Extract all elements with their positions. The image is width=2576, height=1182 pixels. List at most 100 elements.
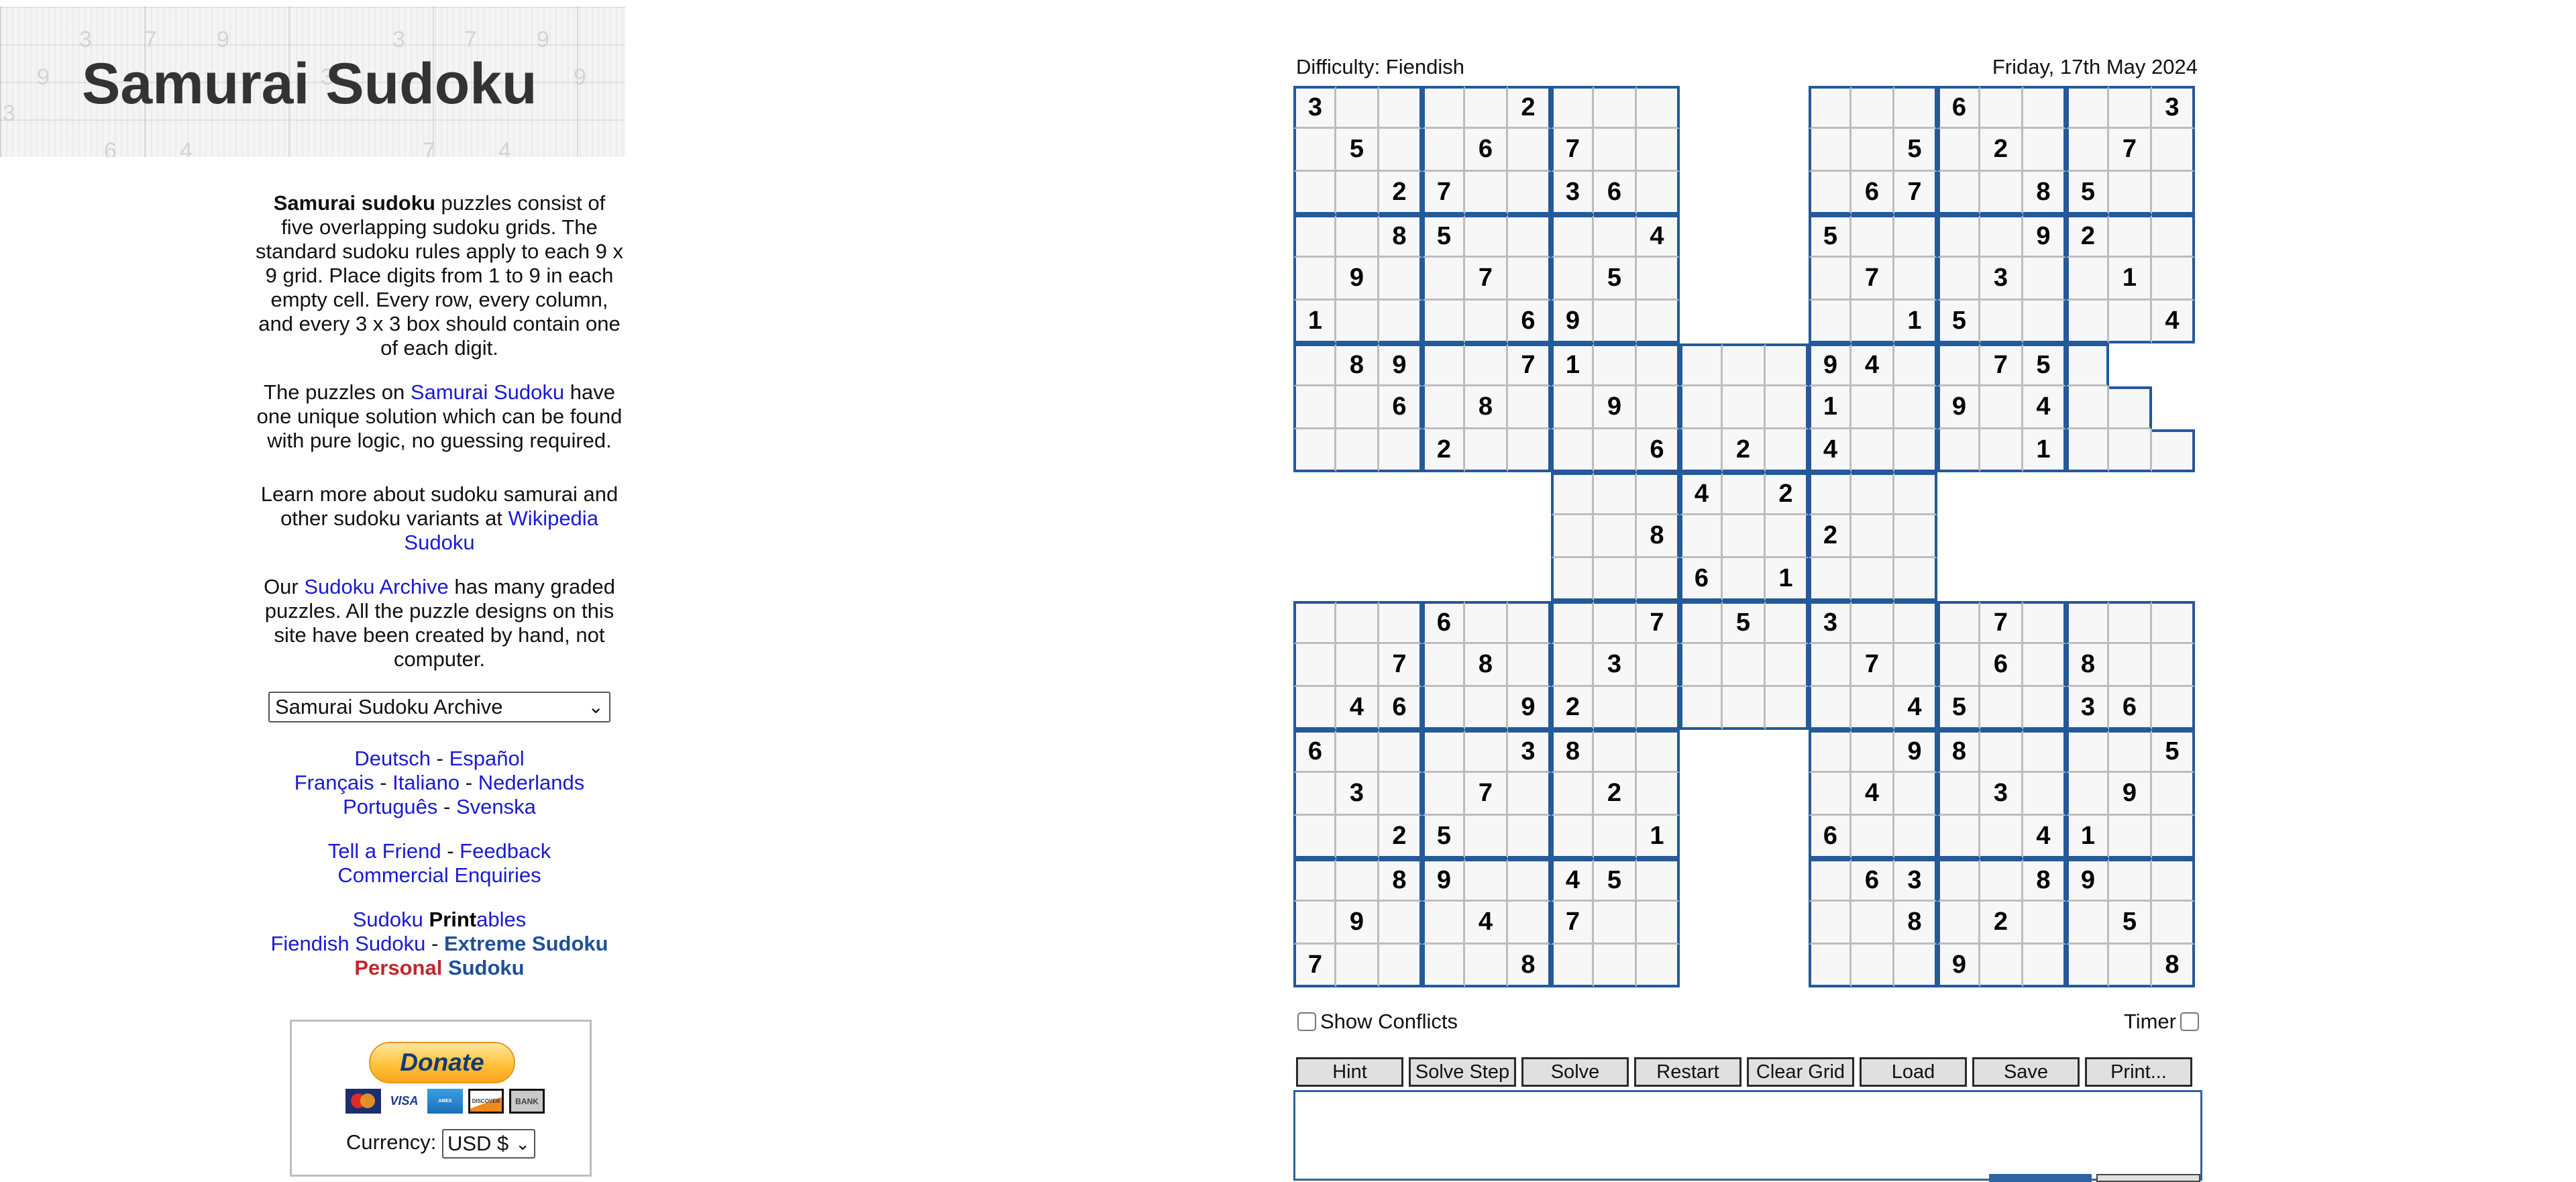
sudoku-cell[interactable] — [2023, 301, 2066, 343]
sudoku-cell[interactable]: 5 — [1937, 301, 1980, 343]
sudoku-cell[interactable] — [1594, 129, 1637, 172]
sudoku-cell[interactable]: 2 — [1508, 86, 1551, 129]
sudoku-cell[interactable]: 6 — [1851, 859, 1894, 902]
lang-link-espanol[interactable]: Español — [449, 747, 525, 770]
sudoku-cell[interactable] — [1465, 601, 1508, 644]
sudoku-cell[interactable] — [1637, 730, 1680, 773]
sudoku-cell[interactable]: 7 — [2109, 129, 2152, 172]
sudoku-cell[interactable] — [1551, 644, 1594, 687]
sudoku-cell[interactable] — [1937, 172, 1980, 215]
sudoku-cell[interactable]: 1 — [1551, 343, 1594, 386]
sudoku-cell[interactable] — [1293, 215, 1336, 258]
sudoku-cell[interactable] — [1894, 215, 1937, 258]
sudoku-cell[interactable] — [1723, 472, 1766, 515]
show-conflicts-label[interactable]: Show Conflicts — [1320, 1010, 1458, 1034]
sudoku-cell[interactable] — [1551, 429, 1594, 472]
sudoku-cell[interactable] — [1680, 687, 1723, 730]
sudoku-cell[interactable] — [1551, 386, 1594, 429]
sudoku-cell[interactable] — [1766, 429, 1809, 472]
sudoku-cell[interactable]: 6 — [1637, 429, 1680, 472]
sudoku-cell[interactable]: 6 — [1379, 386, 1422, 429]
sudoku-cell[interactable] — [1680, 429, 1723, 472]
sudoku-cell[interactable]: 6 — [1293, 730, 1336, 773]
sudoku-cell[interactable] — [2066, 86, 2109, 129]
sudoku-cell[interactable]: 2 — [1551, 687, 1594, 730]
sudoku-cell[interactable] — [1809, 472, 1851, 515]
sudoku-cell[interactable] — [1851, 215, 1894, 258]
sudoku-cell[interactable]: 9 — [1551, 301, 1594, 343]
sudoku-cell[interactable]: 8 — [2066, 644, 2109, 687]
sudoku-cell[interactable] — [2152, 601, 2195, 644]
sudoku-cell[interactable] — [1465, 730, 1508, 773]
sudoku-cell[interactable] — [1293, 601, 1336, 644]
sudoku-cell[interactable] — [1508, 215, 1551, 258]
site-banner[interactable]: 379379939316474 Samurai Sudoku — [0, 7, 625, 157]
sudoku-cell[interactable] — [1937, 816, 1980, 859]
sudoku-cell[interactable]: 9 — [1894, 730, 1937, 773]
sudoku-cell[interactable] — [1766, 515, 1809, 558]
sudoku-cell[interactable]: 9 — [1422, 859, 1465, 902]
sudoku-cell[interactable] — [1723, 386, 1766, 429]
sudoku-cell[interactable] — [1980, 215, 2023, 258]
sudoku-cell[interactable] — [2066, 773, 2109, 816]
sudoku-cell[interactable] — [1637, 172, 1680, 215]
donate-button[interactable]: Donate — [369, 1042, 515, 1083]
sudoku-cell[interactable] — [1594, 215, 1637, 258]
sudoku-cell[interactable] — [1809, 301, 1851, 343]
hint-button[interactable]: Hint — [1296, 1057, 1403, 1087]
sudoku-cell[interactable]: 1 — [2109, 258, 2152, 301]
sudoku-cell[interactable]: 2 — [1766, 472, 1809, 515]
sudoku-cell[interactable]: 8 — [2152, 945, 2195, 987]
sudoku-cell[interactable] — [2109, 945, 2152, 987]
sudoku-cell[interactable]: 7 — [1637, 601, 1680, 644]
sudoku-cell[interactable] — [1809, 86, 1851, 129]
sudoku-cell[interactable]: 1 — [2066, 816, 2109, 859]
sudoku-cell[interactable]: 3 — [1809, 601, 1851, 644]
sudoku-cell[interactable]: 6 — [1680, 558, 1723, 601]
sudoku-cell[interactable]: 7 — [1379, 644, 1422, 687]
timer-label[interactable]: Timer — [2124, 1010, 2176, 1034]
sudoku-cell[interactable] — [1379, 730, 1422, 773]
sudoku-cell[interactable] — [1293, 644, 1336, 687]
sudoku-cell[interactable]: 9 — [2109, 773, 2152, 816]
sudoku-cell[interactable] — [1594, 86, 1637, 129]
sudoku-cell[interactable] — [1594, 902, 1637, 945]
show-conflicts-checkbox[interactable] — [1297, 1012, 1316, 1031]
sudoku-cell[interactable] — [1723, 558, 1766, 601]
sudoku-cell[interactable] — [1937, 773, 1980, 816]
sudoku-cell[interactable] — [1551, 215, 1594, 258]
tell-a-friend-link[interactable]: Tell a Friend — [328, 839, 441, 863]
sudoku-cell[interactable] — [2023, 601, 2066, 644]
sudoku-cell[interactable] — [1851, 515, 1894, 558]
sudoku-cell[interactable] — [1422, 258, 1465, 301]
sudoku-cell[interactable] — [1379, 86, 1422, 129]
sudoku-cell[interactable] — [1809, 129, 1851, 172]
sudoku-cell[interactable] — [2066, 258, 2109, 301]
sudoku-cell[interactable]: 7 — [1894, 172, 1937, 215]
sudoku-cell[interactable] — [1637, 86, 1680, 129]
sudoku-cell[interactable] — [1937, 644, 1980, 687]
sudoku-cell[interactable]: 2 — [2066, 215, 2109, 258]
sudoku-cell[interactable] — [1766, 343, 1809, 386]
sudoku-cell[interactable]: 5 — [1336, 129, 1379, 172]
sudoku-cell[interactable]: 2 — [1379, 172, 1422, 215]
sudoku-cell[interactable] — [1379, 429, 1422, 472]
sudoku-cell[interactable]: 7 — [1508, 343, 1551, 386]
sudoku-cell[interactable] — [1723, 687, 1766, 730]
sudoku-cell[interactable]: 3 — [1980, 773, 2023, 816]
sudoku-cell[interactable] — [1937, 258, 1980, 301]
sudoku-cell[interactable] — [2152, 429, 2195, 472]
sudoku-cell[interactable]: 4 — [2023, 816, 2066, 859]
sudoku-cell[interactable]: 3 — [1508, 730, 1551, 773]
sudoku-cell[interactable] — [1809, 172, 1851, 215]
sudoku-cell[interactable] — [1422, 644, 1465, 687]
sudoku-cell[interactable] — [1551, 601, 1594, 644]
sudoku-cell[interactable] — [2066, 386, 2109, 429]
sudoku-cell[interactable] — [1594, 429, 1637, 472]
sudoku-cell[interactable] — [1422, 902, 1465, 945]
solve-button[interactable]: Solve — [1521, 1057, 1629, 1087]
sudoku-cell[interactable] — [1551, 515, 1594, 558]
sudoku-cell[interactable] — [1293, 172, 1336, 215]
sudoku-cell[interactable]: 5 — [2023, 343, 2066, 386]
sudoku-cell[interactable] — [1894, 515, 1937, 558]
